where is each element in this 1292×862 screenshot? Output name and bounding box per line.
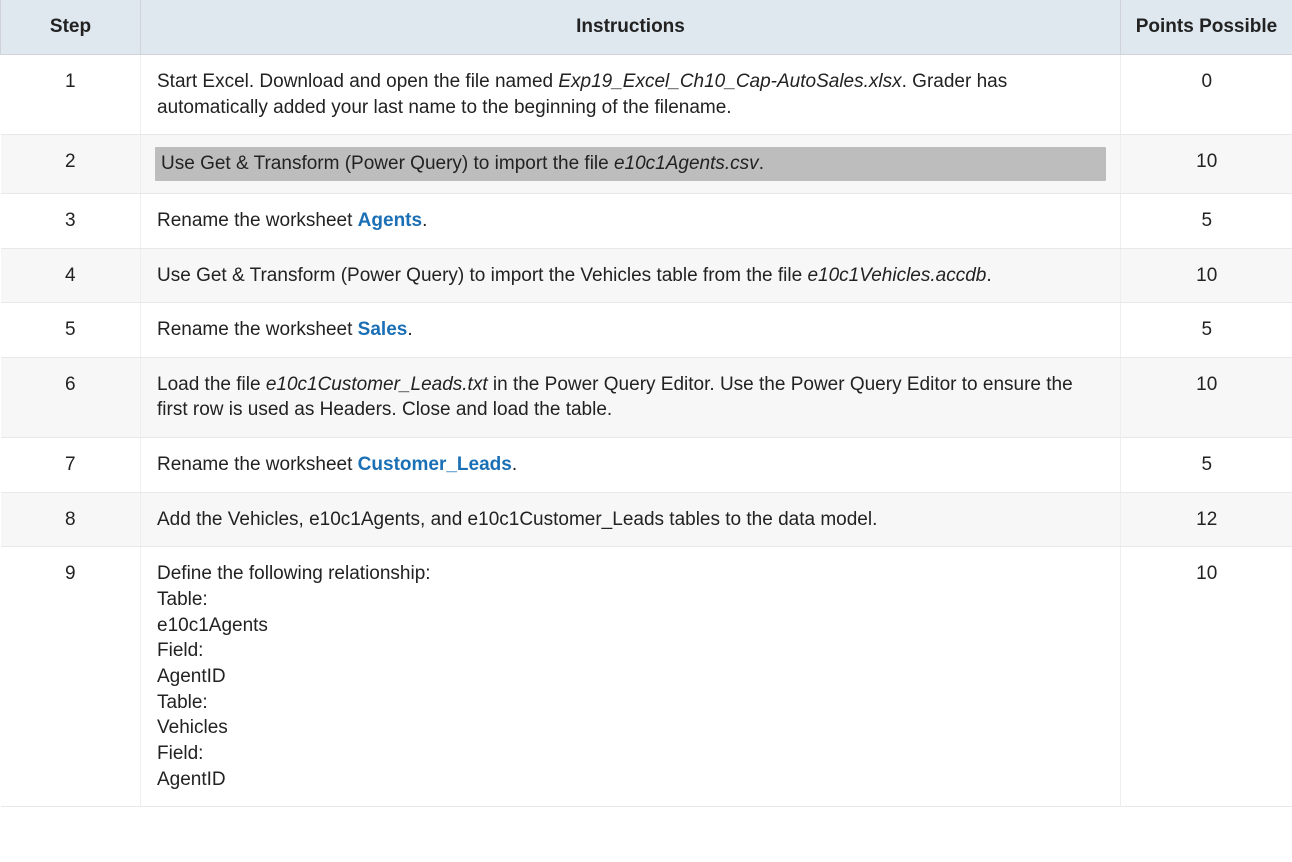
filename-text: e10c1Customer_Leads.txt xyxy=(266,374,488,395)
instruction-fragment: AgentID xyxy=(157,769,226,790)
instruction-fragment: . xyxy=(407,319,412,340)
instruction-text: Load the file e10c1Customer_Leads.txt in… xyxy=(157,374,1073,421)
header-row: Step Instructions Points Possible xyxy=(1,0,1292,55)
instruction-fragment: Start Excel. Download and open the file … xyxy=(157,71,558,92)
grading-table: Step Instructions Points Possible 1 Start… xyxy=(0,0,1292,807)
table-row: 5 Rename the worksheet Sales. 5 xyxy=(1,303,1292,358)
step-number: 3 xyxy=(1,193,141,248)
header-instructions: Instructions xyxy=(141,0,1121,55)
table-row: 4 Use Get & Transform (Power Query) to im… xyxy=(1,248,1292,303)
instruction-fragment: Rename the worksheet xyxy=(157,210,358,231)
step-number: 9 xyxy=(1,547,141,807)
instruction-cell: Load the file e10c1Customer_Leads.txt in… xyxy=(141,357,1121,437)
header-points: Points Possible xyxy=(1121,0,1292,55)
step-number: 5 xyxy=(1,303,141,358)
table-row: 6 Load the file e10c1Customer_Leads.txt i… xyxy=(1,357,1292,437)
filename-text: e10c1Vehicles.accdb xyxy=(807,265,986,286)
instruction-cell: Use Get & Transform (Power Query) to imp… xyxy=(141,135,1121,194)
highlighted-instruction: Use Get & Transform (Power Query) to imp… xyxy=(155,147,1106,181)
instruction-cell: Start Excel. Download and open the file … xyxy=(141,55,1121,135)
step-number: 6 xyxy=(1,357,141,437)
instruction-text: Add the Vehicles, e10c1Agents, and e10c1… xyxy=(157,509,877,530)
points-possible: 5 xyxy=(1121,438,1292,493)
instruction-cell: Use Get & Transform (Power Query) to imp… xyxy=(141,248,1121,303)
instruction-cell: Define the following relationship: Table:… xyxy=(141,547,1121,807)
instruction-fragment: Field: xyxy=(157,640,203,661)
table-row: 1 Start Excel. Download and open the file… xyxy=(1,55,1292,135)
instruction-text: Use Get & Transform (Power Query) to imp… xyxy=(157,265,992,286)
step-number: 4 xyxy=(1,248,141,303)
points-possible: 12 xyxy=(1121,492,1292,547)
table-row: 7 Rename the worksheet Customer_Leads. 5 xyxy=(1,438,1292,493)
filename-text: Exp19_Excel_Ch10_Cap-AutoSales.xlsx xyxy=(558,71,901,92)
instruction-cell: Rename the worksheet Agents. xyxy=(141,193,1121,248)
points-possible: 10 xyxy=(1121,135,1292,194)
instruction-fragment: AgentID xyxy=(157,666,226,687)
instruction-cell: Rename the worksheet Sales. xyxy=(141,303,1121,358)
step-number: 7 xyxy=(1,438,141,493)
points-possible: 10 xyxy=(1121,357,1292,437)
points-possible: 10 xyxy=(1121,248,1292,303)
worksheet-name-link[interactable]: Sales xyxy=(358,319,408,340)
instruction-fragment: Use Get & Transform (Power Query) to imp… xyxy=(161,153,614,174)
table-row: 8 Add the Vehicles, e10c1Agents, and e10c… xyxy=(1,492,1292,547)
instruction-fragment: . xyxy=(422,210,427,231)
instruction-text: Rename the worksheet Customer_Leads. xyxy=(157,454,517,475)
instruction-fragment: . xyxy=(759,153,764,174)
instruction-fragment: Load the file xyxy=(157,374,266,395)
step-number: 8 xyxy=(1,492,141,547)
instruction-fragment: Table: xyxy=(157,692,208,713)
instruction-fragment: Table: xyxy=(157,589,208,610)
worksheet-name-link[interactable]: Agents xyxy=(358,210,422,231)
instruction-fragment: Define the following relationship: xyxy=(157,563,431,584)
instruction-fragment: . xyxy=(986,265,991,286)
instruction-fragment: Vehicles xyxy=(157,717,228,738)
instruction-cell: Rename the worksheet Customer_Leads. xyxy=(141,438,1121,493)
table-row: 9 Define the following relationship: Table… xyxy=(1,547,1292,807)
step-number: 1 xyxy=(1,55,141,135)
instruction-fragment: Field: xyxy=(157,743,203,764)
points-possible: 0 xyxy=(1121,55,1292,135)
instruction-fragment: . xyxy=(512,454,517,475)
filename-text: e10c1Agents.csv xyxy=(614,153,759,174)
step-number: 2 xyxy=(1,135,141,194)
instruction-fragment: Add the Vehicles, e10c1Agents, and e10c1… xyxy=(157,509,877,530)
worksheet-name-link[interactable]: Customer_Leads xyxy=(358,454,512,475)
instruction-text: Rename the worksheet Agents. xyxy=(157,210,427,231)
table-row: 3 Rename the worksheet Agents. 5 xyxy=(1,193,1292,248)
instruction-fragment: Use Get & Transform (Power Query) to imp… xyxy=(157,265,807,286)
header-step: Step xyxy=(1,0,141,55)
instruction-fragment: e10c1Agents xyxy=(157,615,268,636)
instruction-fragment: Rename the worksheet xyxy=(157,319,358,340)
points-possible: 5 xyxy=(1121,303,1292,358)
points-possible: 5 xyxy=(1121,193,1292,248)
points-possible: 10 xyxy=(1121,547,1292,807)
instruction-fragment: Rename the worksheet xyxy=(157,454,358,475)
instruction-text: Define the following relationship: Table:… xyxy=(157,563,431,789)
table-row: 2 Use Get & Transform (Power Query) to im… xyxy=(1,135,1292,194)
instruction-text: Rename the worksheet Sales. xyxy=(157,319,413,340)
instruction-cell: Add the Vehicles, e10c1Agents, and e10c1… xyxy=(141,492,1121,547)
instruction-text: Start Excel. Download and open the file … xyxy=(157,71,1007,118)
